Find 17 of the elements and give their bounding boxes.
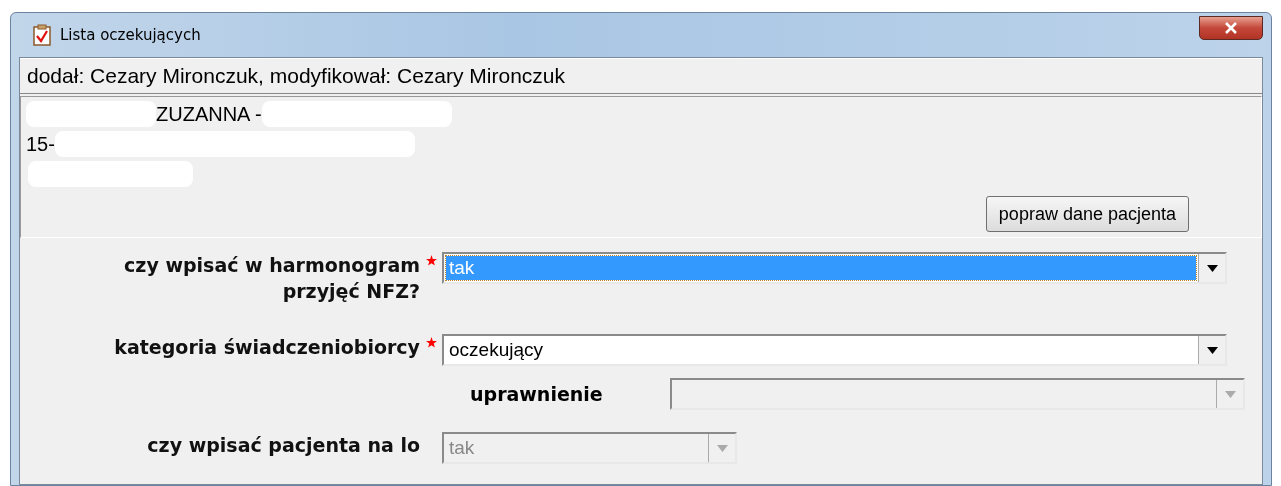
close-icon [1224,22,1238,34]
field-label: kategoria świadczeniobiorcy [113,335,420,360]
dropdown-arrow-icon [1206,264,1218,272]
audit-info: dodał: Cezary Mironczuk, modyfikował: Cezary Mironczuk [20,58,1262,94]
patient-text: 15- [26,132,55,156]
clipboard-check-icon [33,24,51,46]
field-label: uprawnienie [470,382,604,407]
close-button[interactable] [1199,16,1263,40]
dropdown-arrow-icon [1224,390,1236,398]
field-label: czy wpisać pacjenta na lo [146,433,420,458]
edit-patient-button[interactable]: popraw dane pacjenta [985,196,1189,232]
window-title: Lista oczekujących [60,26,201,44]
field-label: czy wpisać w harmonogram przyjęć NFZ? [123,253,420,304]
dropdown-field[interactable]: oczekujący [442,334,1227,366]
dropdown-arrow-icon [716,444,728,452]
patient-text: ZUZANNA - [156,102,262,126]
dropdown-arrow-icon [1206,346,1218,354]
